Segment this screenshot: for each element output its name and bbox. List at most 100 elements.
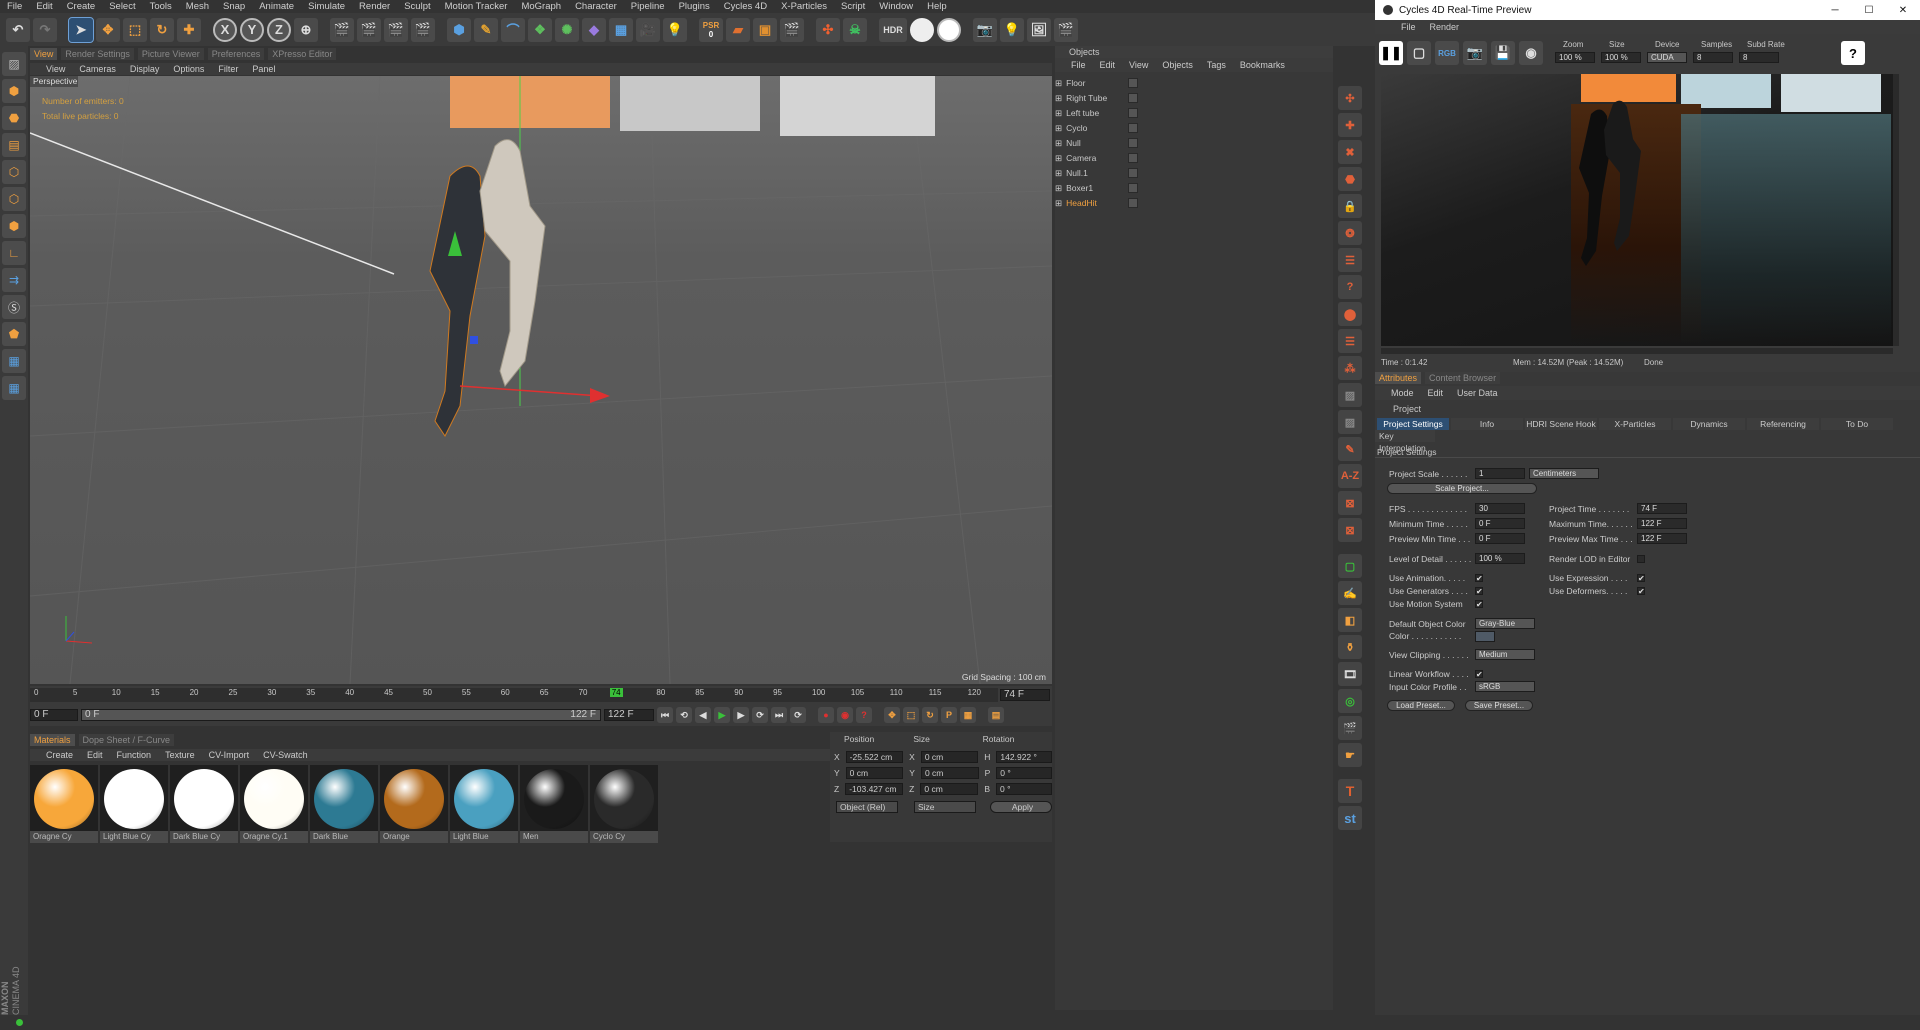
- use-deformers-checkbox[interactable]: ✔: [1637, 587, 1645, 596]
- color-swatch[interactable]: [1475, 631, 1495, 642]
- apply-button[interactable]: Apply: [990, 801, 1052, 813]
- rgb-button[interactable]: RGB: [1435, 41, 1459, 65]
- pen-icon[interactable]: ✎: [474, 17, 498, 42]
- deformer-icon[interactable]: ◆: [582, 17, 606, 42]
- undo-icon[interactable]: ↶: [6, 17, 30, 42]
- coordinate-system-icon[interactable]: ⊕: [294, 17, 318, 42]
- fps-field[interactable]: 30: [1475, 503, 1525, 514]
- attributes-subtab[interactable]: Info: [1451, 418, 1523, 430]
- coord-rotation-field[interactable]: 142.922 °: [996, 751, 1052, 763]
- preview-render[interactable]: [1381, 74, 1893, 346]
- quantize-icon[interactable]: ⬟: [2, 322, 26, 346]
- add-icon[interactable]: ✚: [177, 17, 201, 42]
- coord-rotation-field[interactable]: 0 °: [996, 767, 1052, 779]
- menu-item-plugins[interactable]: Plugins: [679, 0, 710, 13]
- play-icon[interactable]: ▶: [714, 707, 730, 723]
- cloner-icon[interactable]: ✺: [555, 17, 579, 42]
- preview-hscrollbar[interactable]: [1381, 348, 1893, 354]
- preview-min-field[interactable]: 0 F: [1475, 533, 1525, 544]
- materials-menu-create[interactable]: Create: [46, 749, 73, 761]
- coord-rotation-field[interactable]: 0 °: [995, 783, 1053, 795]
- tab-render-settings[interactable]: Render Settings: [61, 48, 134, 60]
- viewport-menu-display[interactable]: Display: [130, 63, 160, 75]
- sphere-preview-icon[interactable]: ◉: [1519, 41, 1543, 65]
- key-rotation-icon[interactable]: ↻: [922, 707, 938, 723]
- objects-menu-objects[interactable]: Objects: [1162, 58, 1193, 72]
- close-icon[interactable]: ✕: [1886, 5, 1920, 16]
- help-icon[interactable]: ?: [1841, 41, 1865, 65]
- sphere-light-icon[interactable]: [910, 17, 934, 42]
- max-time-field[interactable]: 122 F: [1637, 518, 1687, 529]
- visibility-toggle[interactable]: [1128, 153, 1139, 163]
- tab-dope-sheet-f-curve[interactable]: Dope Sheet / F-Curve: [78, 734, 175, 746]
- st-icon[interactable]: st: [1338, 806, 1362, 830]
- attributes-subtab[interactable]: Dynamics: [1673, 418, 1745, 430]
- edit-render-settings-icon[interactable]: 🎬: [411, 17, 435, 42]
- save-preset-button[interactable]: Save Preset...: [1465, 700, 1533, 711]
- light-icon[interactable]: 💡: [663, 17, 687, 42]
- materials-menu-function[interactable]: Function: [117, 749, 152, 761]
- y-axis-button[interactable]: Y: [240, 17, 264, 42]
- cycles-clapper-icon[interactable]: 🎬: [1054, 17, 1078, 42]
- subd-field[interactable]: 8: [1739, 52, 1779, 63]
- xp-generator-icon[interactable]: ⬤: [1338, 302, 1362, 326]
- viewport-menu-options[interactable]: Options: [173, 63, 204, 75]
- prev-key-icon[interactable]: ⟲: [676, 707, 692, 723]
- xp-brush-icon[interactable]: ✍: [1338, 581, 1362, 605]
- render-view-icon[interactable]: 🎬: [330, 17, 354, 42]
- material-swatch[interactable]: Oragne Cy: [30, 765, 98, 843]
- visibility-toggle[interactable]: [1128, 123, 1139, 133]
- workplane-lock-icon[interactable]: ▦: [2, 349, 26, 373]
- next-frame-icon[interactable]: ▶: [733, 707, 749, 723]
- spline-icon[interactable]: ⌒: [501, 17, 525, 42]
- menu-item-tools[interactable]: Tools: [150, 0, 172, 13]
- xp-collider-icon[interactable]: ⬣: [1338, 167, 1362, 191]
- preview-vscrollbar[interactable]: [1893, 74, 1899, 346]
- rotate-icon[interactable]: ↻: [150, 17, 174, 42]
- object-row[interactable]: ⊞ Left tube: [1055, 106, 1323, 121]
- attributes-menu-user-data[interactable]: User Data: [1457, 386, 1498, 400]
- zoom-field[interactable]: 100 %: [1555, 52, 1595, 63]
- visibility-toggle[interactable]: [1128, 183, 1139, 193]
- menu-item-select[interactable]: Select: [109, 0, 135, 13]
- viewport-menu-cameras[interactable]: Cameras: [79, 63, 116, 75]
- start-frame-field[interactable]: 0 F: [30, 709, 78, 721]
- go-to-start-icon[interactable]: ⏮: [657, 707, 673, 723]
- project-time-field[interactable]: 74 F: [1637, 503, 1687, 514]
- view-clipping-select[interactable]: Medium: [1475, 649, 1535, 660]
- key-interpolation-tab[interactable]: Key Interpolation: [1375, 430, 1435, 453]
- menu-item-pipeline[interactable]: Pipeline: [631, 0, 665, 13]
- material-swatch[interactable]: Cyclo Cy: [590, 765, 658, 843]
- xp-list-icon[interactable]: ☰: [1338, 329, 1362, 353]
- objects-menu-file[interactable]: File: [1071, 58, 1086, 72]
- go-to-end-icon[interactable]: ⏭: [771, 707, 787, 723]
- materials-menu-texture[interactable]: Texture: [165, 749, 195, 761]
- tab-xpresso-editor[interactable]: XPresso Editor: [268, 48, 337, 60]
- edges-mode-icon[interactable]: ⬡: [2, 187, 26, 211]
- coord-size-field[interactable]: 0 cm: [920, 751, 979, 763]
- attributes-subtab[interactable]: HDRI Scene Hook: [1525, 418, 1597, 430]
- key-param-icon[interactable]: P: [941, 707, 957, 723]
- tab-picture-viewer[interactable]: Picture Viewer: [137, 48, 204, 60]
- objects-menu-bookmarks[interactable]: Bookmarks: [1240, 58, 1285, 72]
- cycles-camera-icon[interactable]: 📷: [973, 17, 997, 42]
- visibility-toggle[interactable]: [1128, 78, 1139, 88]
- xp-sort-icon[interactable]: A-Z: [1338, 464, 1362, 488]
- objects-menu-tags[interactable]: Tags: [1207, 58, 1226, 72]
- xp-hatch-2-icon[interactable]: ▨: [1338, 410, 1362, 434]
- menu-item-create[interactable]: Create: [67, 0, 96, 13]
- preview-menu-file[interactable]: File: [1401, 20, 1416, 34]
- attributes-menu-mode[interactable]: Mode: [1391, 386, 1414, 400]
- record-icon[interactable]: ●: [818, 707, 834, 723]
- device-select[interactable]: CUDA: [1647, 52, 1687, 63]
- object-row[interactable]: ⊞ HeadHit: [1055, 196, 1323, 211]
- camera-icon[interactable]: 🎥: [636, 17, 660, 42]
- menu-item-file[interactable]: File: [7, 0, 22, 13]
- materials-menu-cv-import[interactable]: CV-Import: [209, 749, 250, 761]
- visibility-toggle[interactable]: [1128, 168, 1139, 178]
- snapshot-icon[interactable]: 📷: [1463, 41, 1487, 65]
- maximize-icon[interactable]: ☐: [1852, 5, 1886, 16]
- material-swatch[interactable]: Dark Blue: [310, 765, 378, 843]
- coord-position-field[interactable]: 0 cm: [845, 767, 904, 779]
- load-preset-button[interactable]: Load Preset...: [1387, 700, 1455, 711]
